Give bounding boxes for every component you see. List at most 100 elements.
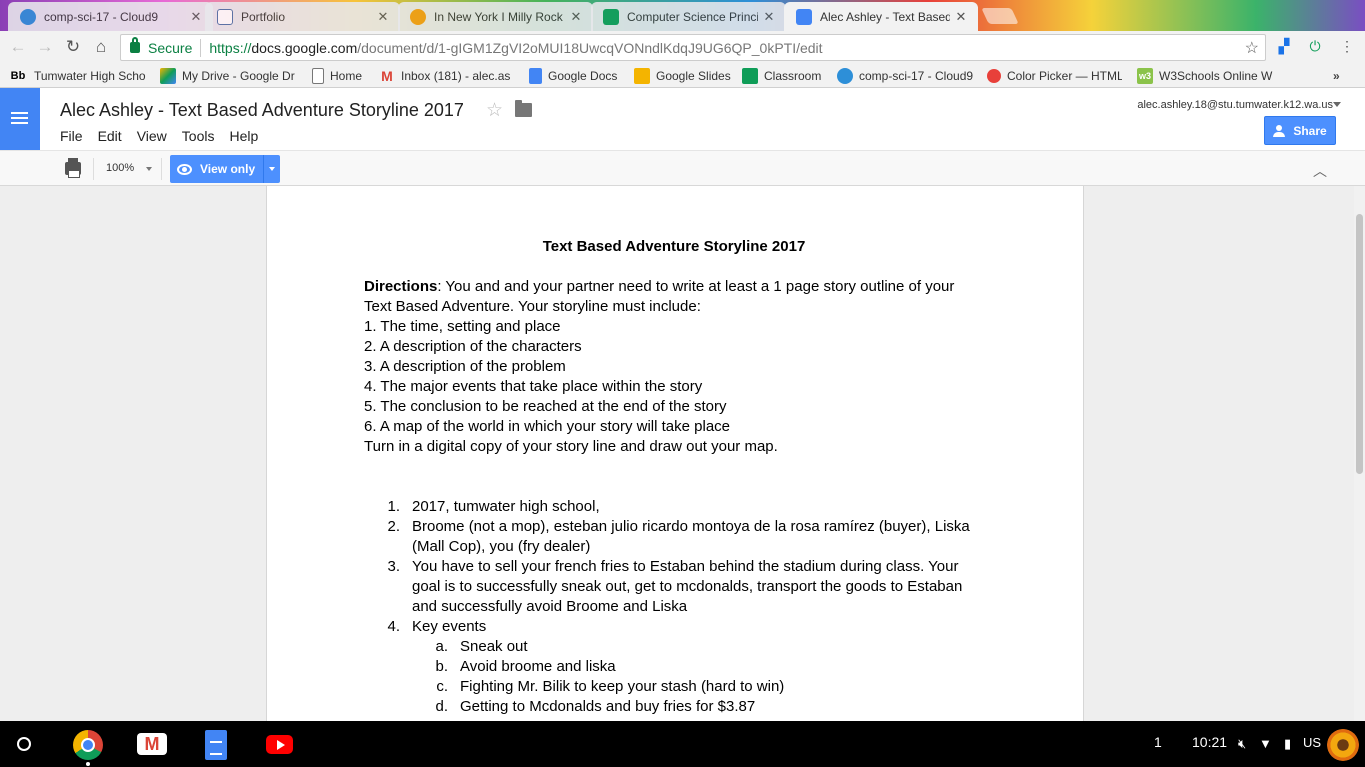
list-item: 3. You have to sell your french fries to … <box>364 557 984 617</box>
bookmark-tumwater[interactable]: Bb Tumwater High Scho <box>8 67 148 84</box>
power-extension-icon[interactable]: ⏻ <box>1306 37 1324 55</box>
divider <box>263 155 264 183</box>
clock[interactable]: 10:21 <box>1192 734 1227 750</box>
divider <box>161 158 162 180</box>
zoom-select[interactable]: 100% <box>106 162 134 174</box>
zoom-dropdown-icon[interactable] <box>146 167 152 171</box>
tab-active-doc[interactable]: Alec Ashley - Text Based ✕ <box>784 2 978 31</box>
menu-tools[interactable]: Tools <box>182 128 215 144</box>
bookmark-cloud9[interactable]: comp-sci-17 - Cloud9 <box>837 67 977 84</box>
mode-label: View only <box>200 162 256 176</box>
back-icon[interactable]: ← <box>8 37 28 57</box>
list-number: 3. <box>387 558 400 575</box>
list-letter: a. <box>435 638 448 655</box>
launcher-button[interactable] <box>17 737 31 751</box>
document-scrollbar[interactable] <box>1354 186 1365 721</box>
tab-title: comp-sci-17 - Cloud9 <box>44 9 159 24</box>
document-body: Text Based Adventure Storyline 2017 Dire… <box>364 237 984 717</box>
list-letter: b. <box>435 658 448 675</box>
tab-cs-principles[interactable]: Computer Science Princi ✕ <box>591 2 786 31</box>
menu-file[interactable]: File <box>60 128 83 144</box>
tab-title: Computer Science Princi <box>627 9 758 24</box>
close-tab-icon[interactable]: ✕ <box>189 9 203 25</box>
wifi-icon[interactable]: ▼ <box>1259 736 1272 751</box>
answer-list: 1. 2017, tumwater high school, 2. Broome (… <box>364 497 984 717</box>
list-number: 1. <box>387 498 400 515</box>
docs-header: Alec Ashley - Text Based Adventure Story… <box>0 88 1365 150</box>
address-bar[interactable]: Secure https:// docs.google.com /documen… <box>120 34 1266 61</box>
list-number: 2. <box>387 518 400 535</box>
new-tab-button[interactable] <box>981 8 1019 24</box>
menu-help[interactable]: Help <box>229 128 258 144</box>
docs-app-icon[interactable] <box>205 730 227 760</box>
home-icon[interactable]: ⌂ <box>91 37 111 57</box>
document-title[interactable]: Alec Ashley - Text Based Adventure Story… <box>60 100 464 121</box>
reload-icon[interactable]: ↻ <box>63 37 83 57</box>
list-text: 2017, tumwater high school, <box>412 498 600 515</box>
account-email[interactable]: alec.ashley.18@stu.tumwater.k12.wa.us <box>1137 99 1333 111</box>
bookmark-classroom[interactable]: Classroom <box>742 67 827 84</box>
bookmark-colorpicker[interactable]: Color Picker — HTML <box>987 67 1122 84</box>
share-button[interactable]: Share <box>1264 116 1336 145</box>
close-tab-icon[interactable]: ✕ <box>954 9 968 25</box>
collapse-menus-icon[interactable]: ︿ <box>1313 161 1327 181</box>
extension-icon[interactable]: ▞ <box>1275 37 1293 55</box>
divider <box>200 38 202 57</box>
close-tab-icon[interactable]: ✕ <box>376 9 390 25</box>
list-text: Sneak out <box>460 638 528 655</box>
tab-portfolio[interactable]: Portfolio ✕ <box>205 2 400 31</box>
notification-count[interactable]: 1 <box>1154 734 1162 750</box>
bookmarks-overflow-button[interactable]: » <box>1333 67 1348 84</box>
document-heading: Text Based Adventure Storyline 2017 <box>542 238 806 255</box>
divider <box>93 158 94 180</box>
close-tab-icon[interactable]: ✕ <box>762 9 776 25</box>
bookmark-slides[interactable]: Google Slides <box>634 67 734 84</box>
star-icon[interactable]: ☆ <box>486 99 503 122</box>
gmail-app-icon[interactable] <box>137 733 167 755</box>
forward-icon[interactable]: → <box>35 37 55 57</box>
requirement-item: 5. The conclusion to be reached at the e… <box>364 398 727 415</box>
close-tab-icon[interactable]: ✕ <box>569 9 583 25</box>
docs-icon <box>529 67 542 84</box>
view-only-mode-button[interactable]: View only <box>170 155 280 183</box>
input-method[interactable]: US <box>1303 735 1321 750</box>
tab-music[interactable]: In New York I Milly Rock ✕ <box>398 2 593 31</box>
bookmark-label: comp-sci-17 - Cloud9 <box>859 68 974 83</box>
avatar[interactable] <box>1327 729 1359 761</box>
bookmark-w3schools[interactable]: w3 W3Schools Online W <box>1137 67 1277 84</box>
mode-dropdown-icon <box>269 167 275 171</box>
bookmark-label: W3Schools Online W <box>1159 68 1273 83</box>
requirement-item: 6. A map of the world in which your stor… <box>364 418 731 435</box>
bookmark-inbox[interactable]: M Inbox (181) - alec.as <box>379 67 517 84</box>
bookmark-label: My Drive - Google Dri <box>182 68 295 83</box>
menu-view[interactable]: View <box>137 128 167 144</box>
youtube-app-icon[interactable] <box>266 735 293 754</box>
account-dropdown-icon[interactable] <box>1333 102 1341 107</box>
bookmark-star-icon[interactable]: ☆ <box>1245 38 1259 58</box>
directions-label: Directions <box>364 278 438 295</box>
eye-icon <box>177 163 192 175</box>
bookmark-drive[interactable]: My Drive - Google Dri <box>160 67 295 84</box>
gmail-icon: M <box>381 67 393 84</box>
cloud9-icon <box>837 67 853 84</box>
bookmark-home[interactable]: Home <box>312 67 372 84</box>
sub-list-item: b. Avoid broome and liska <box>364 657 984 677</box>
list-text: Fighting Mr. Bilik to keep your stash (h… <box>460 678 785 695</box>
tab-cloud9[interactable]: comp-sci-17 - Cloud9 ✕ <box>8 2 213 31</box>
requirement-item: 1. The time, setting and place <box>364 318 561 335</box>
battery-icon[interactable]: ▮ <box>1284 736 1291 752</box>
person-add-icon <box>1273 124 1287 137</box>
directions-paragraph: Directions: You and and your partner nee… <box>364 277 984 317</box>
folder-icon[interactable] <box>515 100 532 117</box>
blackboard-icon: Bb <box>10 69 26 82</box>
chrome-app-icon[interactable] <box>73 730 103 760</box>
bookmark-docs[interactable]: Google Docs <box>529 67 624 84</box>
scrollbar-thumb[interactable] <box>1356 214 1363 474</box>
menu-edit[interactable]: Edit <box>98 128 122 144</box>
document-page: Text Based Adventure Storyline 2017 Dire… <box>266 186 1084 721</box>
docs-logo-icon <box>11 112 28 127</box>
print-icon[interactable] <box>65 158 81 178</box>
chrome-menu-icon[interactable]: ⋮ <box>1338 37 1356 55</box>
mute-icon[interactable]: 🔇︎ <box>1238 736 1246 752</box>
docs-home-button[interactable] <box>0 88 40 150</box>
